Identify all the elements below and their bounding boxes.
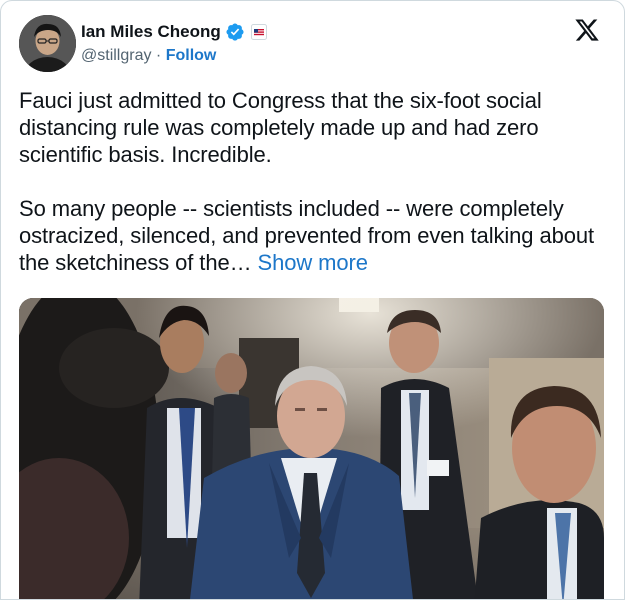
x-logo-icon[interactable] xyxy=(574,17,600,43)
name-row: Ian Miles Cheong xyxy=(81,19,267,45)
photo-image xyxy=(19,298,604,599)
separator-dot: · xyxy=(151,47,166,64)
author-block: Ian Miles Cheong @stillgray · Follow xyxy=(81,19,267,65)
tweet-body: Fauci just admitted to Congress that the… xyxy=(19,87,609,276)
tweet-card[interactable]: Ian Miles Cheong @stillgray · Follow Fau… xyxy=(0,0,625,600)
verified-badge-icon xyxy=(225,22,245,42)
tweet-paragraph-2: So many people -- scientists included --… xyxy=(19,195,609,276)
author-handle[interactable]: @stillgray xyxy=(81,47,151,64)
avatar[interactable] xyxy=(19,15,76,72)
tweet-header: Ian Miles Cheong @stillgray · Follow xyxy=(19,15,606,75)
handle-row: @stillgray · Follow xyxy=(81,47,267,65)
avatar-photo xyxy=(19,15,76,72)
show-more-link[interactable]: Show more xyxy=(258,250,368,275)
tweet-media[interactable] xyxy=(19,298,604,599)
follow-button[interactable]: Follow xyxy=(166,47,217,64)
tweet-paragraph-1: Fauci just admitted to Congress that the… xyxy=(19,88,542,167)
affiliate-flag-icon xyxy=(250,24,267,40)
author-display-name[interactable]: Ian Miles Cheong xyxy=(81,22,221,42)
